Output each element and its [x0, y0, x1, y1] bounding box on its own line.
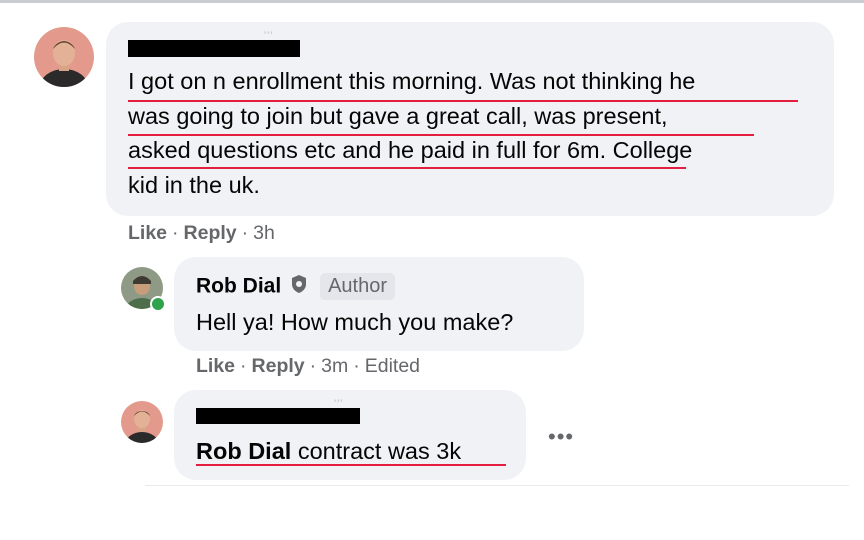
author-name[interactable]: Rob Dial [196, 275, 281, 298]
comment-actions: Like · Reply · 3h [128, 222, 275, 245]
top-divider [0, 0, 864, 3]
comment-text-line: asked questions etc and he paid in full … [128, 137, 693, 163]
comment-text-line: was going to join but gave a great call,… [128, 103, 668, 129]
divider [145, 485, 849, 486]
comment-text-line: kid in the uk. [128, 172, 260, 198]
text-underline [196, 464, 506, 466]
edited-label[interactable]: Edited [365, 355, 420, 377]
redaction-marks: ''' [264, 30, 274, 42]
reply-body: contract was 3k [291, 438, 462, 464]
author-badge: Author [320, 273, 396, 300]
comment-bubble: ''' I got on n enrollment this morning. … [106, 22, 834, 216]
more-options-icon[interactable]: ••• [548, 424, 574, 450]
online-status-dot [150, 296, 166, 312]
text-underline [128, 134, 754, 136]
reply-text: Hell ya! How much you make? [196, 309, 514, 335]
text-underline [128, 100, 798, 102]
commenter-avatar[interactable] [121, 401, 163, 443]
text-underline [128, 167, 686, 169]
timestamp[interactable]: 3m [321, 355, 348, 377]
reply-button[interactable]: Reply [184, 222, 237, 244]
reply-actions: Like · Reply · 3m · Edited [196, 355, 420, 378]
redacted-name [128, 40, 300, 57]
redaction-marks: ''' [334, 398, 344, 410]
reply-bubble: Rob Dial Author Hell ya! How much you ma… [174, 257, 584, 351]
like-button[interactable]: Like [196, 355, 235, 377]
commenter-avatar[interactable] [34, 27, 94, 87]
separator: · [241, 222, 249, 244]
separator: · [240, 355, 247, 377]
separator: · [172, 222, 179, 244]
comment-text-line: I got on n enrollment this morning. Was … [128, 68, 696, 94]
timestamp[interactable]: 3h [253, 222, 275, 244]
mention-link[interactable]: Rob Dial [196, 438, 291, 464]
reply-bubble: ''' Rob Dial contract was 3k [174, 390, 526, 480]
person-photo-icon [121, 401, 163, 443]
person-photo-icon [34, 27, 94, 87]
reply-text: Rob Dial contract was 3k [196, 438, 461, 465]
like-button[interactable]: Like [128, 222, 167, 244]
reply-button[interactable]: Reply [252, 355, 305, 377]
separator: · [309, 355, 317, 377]
redacted-name [196, 408, 360, 424]
separator: · [353, 355, 360, 377]
shield-icon [290, 274, 308, 299]
reply-header: Rob Dial Author [196, 273, 396, 300]
